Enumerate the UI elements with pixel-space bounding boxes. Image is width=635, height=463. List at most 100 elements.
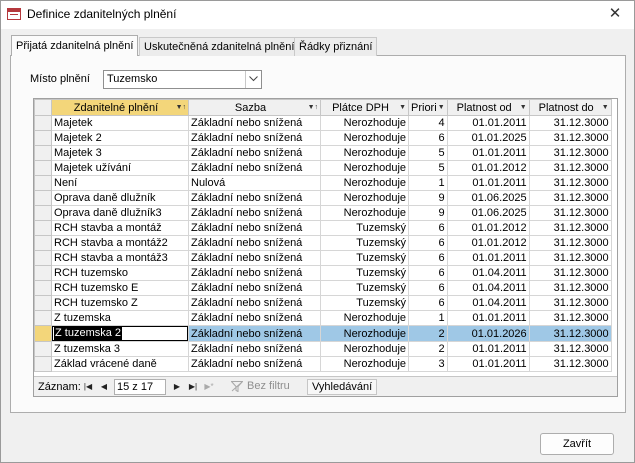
tab-prijata[interactable]: Přijatá zdanitelná plnění <box>11 35 139 56</box>
row-selector[interactable] <box>34 356 52 372</box>
table-row[interactable]: Majetek 3 Základní nebo snížená Nerozhoduj… <box>34 145 612 161</box>
table-cell[interactable]: 01.01.2012 <box>446 220 530 236</box>
table-cell[interactable]: 31.12.3000 <box>528 310 612 326</box>
table-cell[interactable]: 6 <box>408 265 448 281</box>
table-cell[interactable]: Základní nebo snížená <box>188 235 321 251</box>
table-cell[interactable]: 01.04.2011 <box>446 265 530 281</box>
row-selector[interactable] <box>34 250 52 266</box>
table-cell[interactable]: 01.01.2011 <box>446 175 530 191</box>
table-cell[interactable]: 01.01.2026 <box>446 325 530 342</box>
record-position-input[interactable]: 15 z 17 <box>114 379 166 395</box>
table-cell[interactable]: 01.01.2011 <box>446 145 530 161</box>
table-cell[interactable]: RCH tuzemsko E <box>51 280 189 296</box>
table-row[interactable]: RCH stavba a montáž3 Základní nebo snížen… <box>34 250 612 266</box>
tab-radky-priznani[interactable]: Řádky přiznání <box>294 37 378 56</box>
table-cell[interactable]: 31.12.3000 <box>528 235 612 251</box>
table-cell[interactable]: 1 <box>408 310 448 326</box>
table-cell[interactable]: 31.12.3000 <box>528 341 612 357</box>
table-row[interactable]: RCH tuzemsko Základní nebo snížená Tuzemsk… <box>34 265 612 281</box>
table-cell[interactable]: Základní nebo snížená <box>188 265 321 281</box>
table-cell[interactable]: Základní nebo snížená <box>188 160 321 176</box>
row-selector[interactable] <box>34 160 52 176</box>
table-cell[interactable]: 01.06.2025 <box>446 190 530 206</box>
table-cell[interactable]: 31.12.3000 <box>528 145 612 161</box>
col-header-zdanitelne-plneni[interactable]: Zdanitelné plnění ▼↑ <box>51 99 189 116</box>
table-cell[interactable]: 5 <box>408 160 448 176</box>
table-row[interactable]: RCH tuzemsko E Základní nebo snížená Tuzem… <box>34 280 612 296</box>
table-cell[interactable]: 01.01.2011 <box>446 310 530 326</box>
dropdown-arrow-icon[interactable]: ▼ <box>520 104 527 111</box>
table-cell[interactable]: Tuzemský <box>320 235 409 251</box>
table-cell[interactable]: 01.01.2011 <box>446 356 530 372</box>
table-row[interactable]: RCH stavba a montáž Základní nebo snížená… <box>34 220 612 236</box>
table-cell[interactable]: 6 <box>408 295 448 311</box>
dropdown-arrow-icon[interactable]: ▼ <box>438 104 445 111</box>
row-selector[interactable] <box>34 295 52 311</box>
table-cell[interactable]: 31.12.3000 <box>528 325 612 342</box>
table-row[interactable]: Z tuzemska 3 Základní nebo snížená Nerozho… <box>34 341 612 357</box>
table-row[interactable]: Majetek Základní nebo snížená Nerozhoduje 4… <box>34 115 612 131</box>
row-selector[interactable] <box>34 235 52 251</box>
row-selector[interactable] <box>34 145 52 161</box>
table-cell[interactable]: RCH stavba a montáž <box>51 220 189 236</box>
table-cell[interactable]: Tuzemský <box>320 265 409 281</box>
table-cell[interactable]: 9 <box>408 205 448 221</box>
table-cell[interactable]: Oprava daně dlužník3 <box>51 205 189 221</box>
table-cell[interactable]: RCH tuzemsko Z <box>51 295 189 311</box>
table-cell[interactable]: Nerozhoduje <box>320 325 409 342</box>
misto-plneni-select[interactable]: Tuzemsko <box>103 70 262 89</box>
table-cell[interactable]: 01.04.2011 <box>446 295 530 311</box>
table-cell[interactable]: Tuzemský <box>320 250 409 266</box>
table-cell[interactable]: RCH stavba a montáž3 <box>51 250 189 266</box>
table-row[interactable]: Majetek užívání Základní nebo snížená Nero… <box>34 160 612 176</box>
table-cell[interactable]: 3 <box>408 356 448 372</box>
table-row[interactable]: Není Nulová Nerozhoduje 1 01.01.2011 31.12.30… <box>34 175 612 191</box>
table-row[interactable]: RCH tuzemsko Z Základní nebo snížená Tuzem… <box>34 295 612 311</box>
row-selector[interactable] <box>34 115 52 131</box>
table-row[interactable]: Oprava daně dlužník3 Základní nebo snížen… <box>34 205 612 221</box>
table-cell[interactable]: 01.06.2025 <box>446 205 530 221</box>
table-cell[interactable]: RCH stavba a montáž2 <box>51 235 189 251</box>
col-header-platnost-do[interactable]: Platnost do ▼ <box>528 99 612 116</box>
table-cell[interactable]: Majetek <box>51 115 189 131</box>
table-cell[interactable]: Majetek užívání <box>51 160 189 176</box>
select-all-corner[interactable] <box>34 99 52 116</box>
dropdown-arrow-icon[interactable]: ▼ <box>602 104 609 111</box>
col-header-platnost-od[interactable]: Platnost od ▼ <box>446 99 530 116</box>
prev-record-icon[interactable]: ◀ <box>98 380 110 393</box>
new-record-icon[interactable]: ▶* <box>203 380 215 393</box>
table-cell[interactable]: 31.12.3000 <box>528 205 612 221</box>
table-cell[interactable]: Nerozhoduje <box>320 310 409 326</box>
row-selector[interactable] <box>34 130 52 146</box>
table-cell[interactable]: 5 <box>408 145 448 161</box>
col-header-priorita[interactable]: Priori ▼ <box>408 99 448 116</box>
table-cell[interactable]: Tuzemský <box>320 220 409 236</box>
table-cell[interactable]: Základní nebo snížená <box>188 250 321 266</box>
table-cell[interactable]: 31.12.3000 <box>528 160 612 176</box>
row-selector[interactable] <box>34 310 52 326</box>
next-record-icon[interactable]: ▶ <box>171 380 183 393</box>
table-cell[interactable]: Z tuzemska <box>51 310 189 326</box>
table-cell[interactable]: Nerozhoduje <box>320 175 409 191</box>
table-cell[interactable]: 01.01.2011 <box>446 250 530 266</box>
table-cell[interactable]: 31.12.3000 <box>528 130 612 146</box>
table-cell[interactable]: 31.12.3000 <box>528 265 612 281</box>
table-cell[interactable]: Nerozhoduje <box>320 130 409 146</box>
table-cell[interactable]: Nerozhoduje <box>320 341 409 357</box>
close-button[interactable]: Zavřít <box>540 433 614 455</box>
table-cell[interactable]: Základní nebo snížená <box>188 205 321 221</box>
table-cell[interactable]: 01.01.2012 <box>446 160 530 176</box>
row-selector[interactable] <box>34 325 52 342</box>
table-row[interactable]: Z tuzemska Základní nebo snížená Nerozhodu… <box>34 310 612 326</box>
table-cell[interactable]: 6 <box>408 250 448 266</box>
row-selector[interactable] <box>34 341 52 357</box>
table-cell[interactable]: Majetek 3 <box>51 145 189 161</box>
table-cell[interactable]: Základní nebo snížená <box>188 280 321 296</box>
table-cell[interactable]: Základní nebo snížená <box>188 115 321 131</box>
cell-editor[interactable]: Z tuzemska 2 <box>52 326 188 341</box>
table-cell[interactable]: Základní nebo snížená <box>188 190 321 206</box>
table-row[interactable]: Z tuzemska 2 Základní nebo snížená Nerozho… <box>34 325 612 342</box>
table-cell[interactable]: 01.04.2011 <box>446 280 530 296</box>
table-cell[interactable]: Základní nebo snížená <box>188 310 321 326</box>
table-cell[interactable]: Tuzemský <box>320 280 409 296</box>
